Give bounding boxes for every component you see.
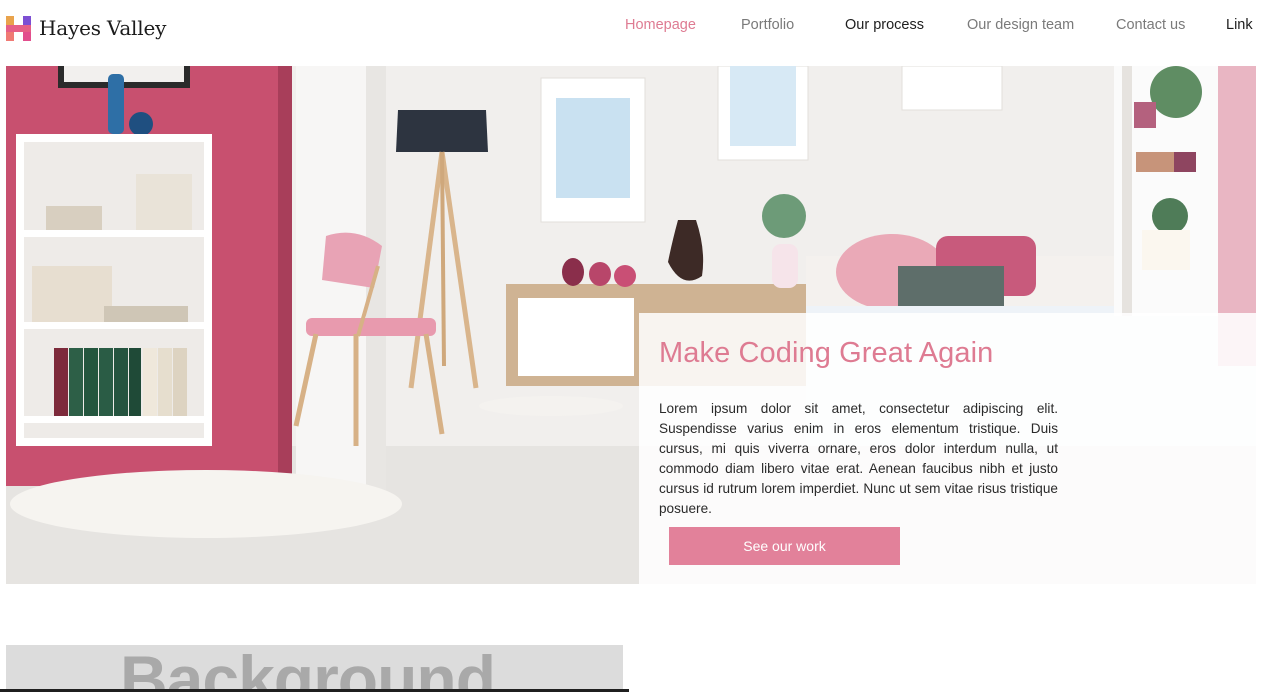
hero-section: Make Coding Great Again Lorem ipsum dolo…: [6, 66, 1256, 584]
nav-our-design-team[interactable]: Our design team: [967, 17, 1074, 33]
brand-name: Hayes Valley: [39, 16, 167, 40]
hero-title: Make Coding Great Again: [659, 337, 994, 369]
nav-link[interactable]: Link: [1226, 17, 1253, 33]
brand-link[interactable]: Hayes Valley: [6, 14, 166, 42]
nav-contact-us[interactable]: Contact us: [1116, 17, 1185, 33]
nav-portfolio[interactable]: Portfolio: [741, 17, 794, 33]
hero-card: Make Coding Great Again Lorem ipsum dolo…: [639, 313, 1256, 584]
background-heading: Background: [120, 645, 496, 692]
nav-our-process[interactable]: Our process: [845, 17, 924, 33]
hv-logo-icon: [6, 15, 31, 41]
hero-description: Lorem ipsum dolor sit amet, consectetur …: [659, 401, 1058, 516]
nav-homepage[interactable]: Homepage: [625, 17, 696, 33]
background-section-preview: Background: [6, 645, 623, 692]
see-our-work-button[interactable]: See our work: [669, 527, 900, 565]
navbar: Hayes Valley Homepage Portfolio Our proc…: [0, 0, 1268, 56]
